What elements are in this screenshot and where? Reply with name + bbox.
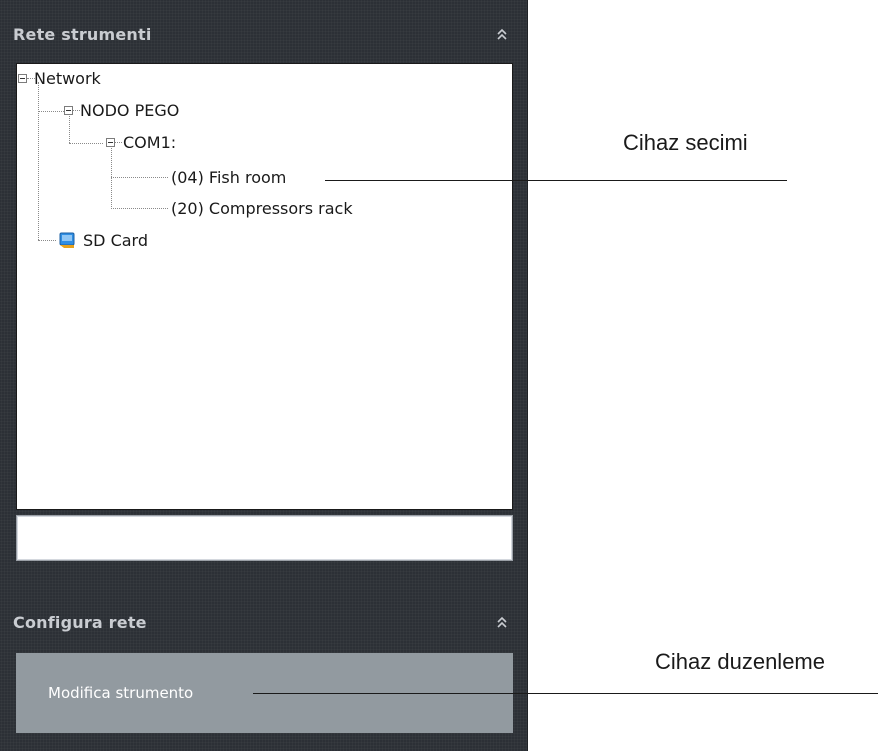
tree-node-label: NODO PEGO — [80, 100, 180, 120]
config-panel-header[interactable]: Configura rete — [0, 602, 527, 642]
tree-node-label: (20) Compressors rack — [171, 198, 353, 218]
double-chevron-up-icon[interactable] — [495, 614, 509, 630]
callout-device-edit: Cihaz duzenleme — [655, 649, 825, 674]
config-panel-title: Configura rete — [13, 612, 147, 632]
tree-node-nodo-pego[interactable]: NODO PEGO — [80, 99, 179, 121]
tree-node-com1[interactable]: COM1: — [123, 131, 176, 153]
tree-connector — [69, 143, 103, 144]
minus-box-icon[interactable] — [106, 138, 115, 147]
tree-connector — [38, 240, 56, 241]
tree-connector — [38, 82, 39, 240]
tree-connector — [72, 110, 80, 111]
minus-box-icon[interactable] — [64, 106, 73, 115]
tree-connector — [111, 148, 112, 209]
callout-device-select: Cihaz secimi — [623, 130, 748, 155]
tree-node-label: COM1: — [123, 132, 177, 152]
menu-item-label: Modifica strumento — [48, 684, 194, 702]
tree-node-label: (04) Fish room — [171, 167, 287, 187]
tree-node-sd-card[interactable]: SD Card — [59, 229, 148, 251]
minus-box-icon[interactable] — [18, 74, 27, 83]
tree-connector — [111, 208, 168, 209]
side-panel: Rete strumenti Network NODO PEGO COM1: (… — [0, 0, 528, 751]
tree-node-label: SD Card — [83, 230, 148, 250]
callout-line-device-edit — [253, 693, 878, 694]
callout-line-device-select — [325, 180, 787, 181]
tree-node-fish-room[interactable]: (04) Fish room — [171, 166, 286, 188]
search-input[interactable] — [16, 515, 513, 561]
tree-node-label: Network — [34, 68, 101, 88]
sd-card-icon — [59, 232, 75, 249]
device-tree[interactable]: Network NODO PEGO COM1: (04) Fish room (… — [16, 63, 513, 510]
tree-node-compressors-rack[interactable]: (20) Compressors rack — [171, 197, 353, 219]
double-chevron-up-icon[interactable] — [495, 26, 509, 42]
tree-connector — [38, 111, 64, 112]
tree-connector — [111, 177, 168, 178]
tree-node-network[interactable]: Network — [34, 67, 101, 89]
network-panel-header[interactable]: Rete strumenti — [0, 14, 527, 54]
tree-connector — [69, 113, 70, 143]
tree-connector — [114, 142, 122, 143]
network-panel-title: Rete strumenti — [13, 24, 152, 44]
